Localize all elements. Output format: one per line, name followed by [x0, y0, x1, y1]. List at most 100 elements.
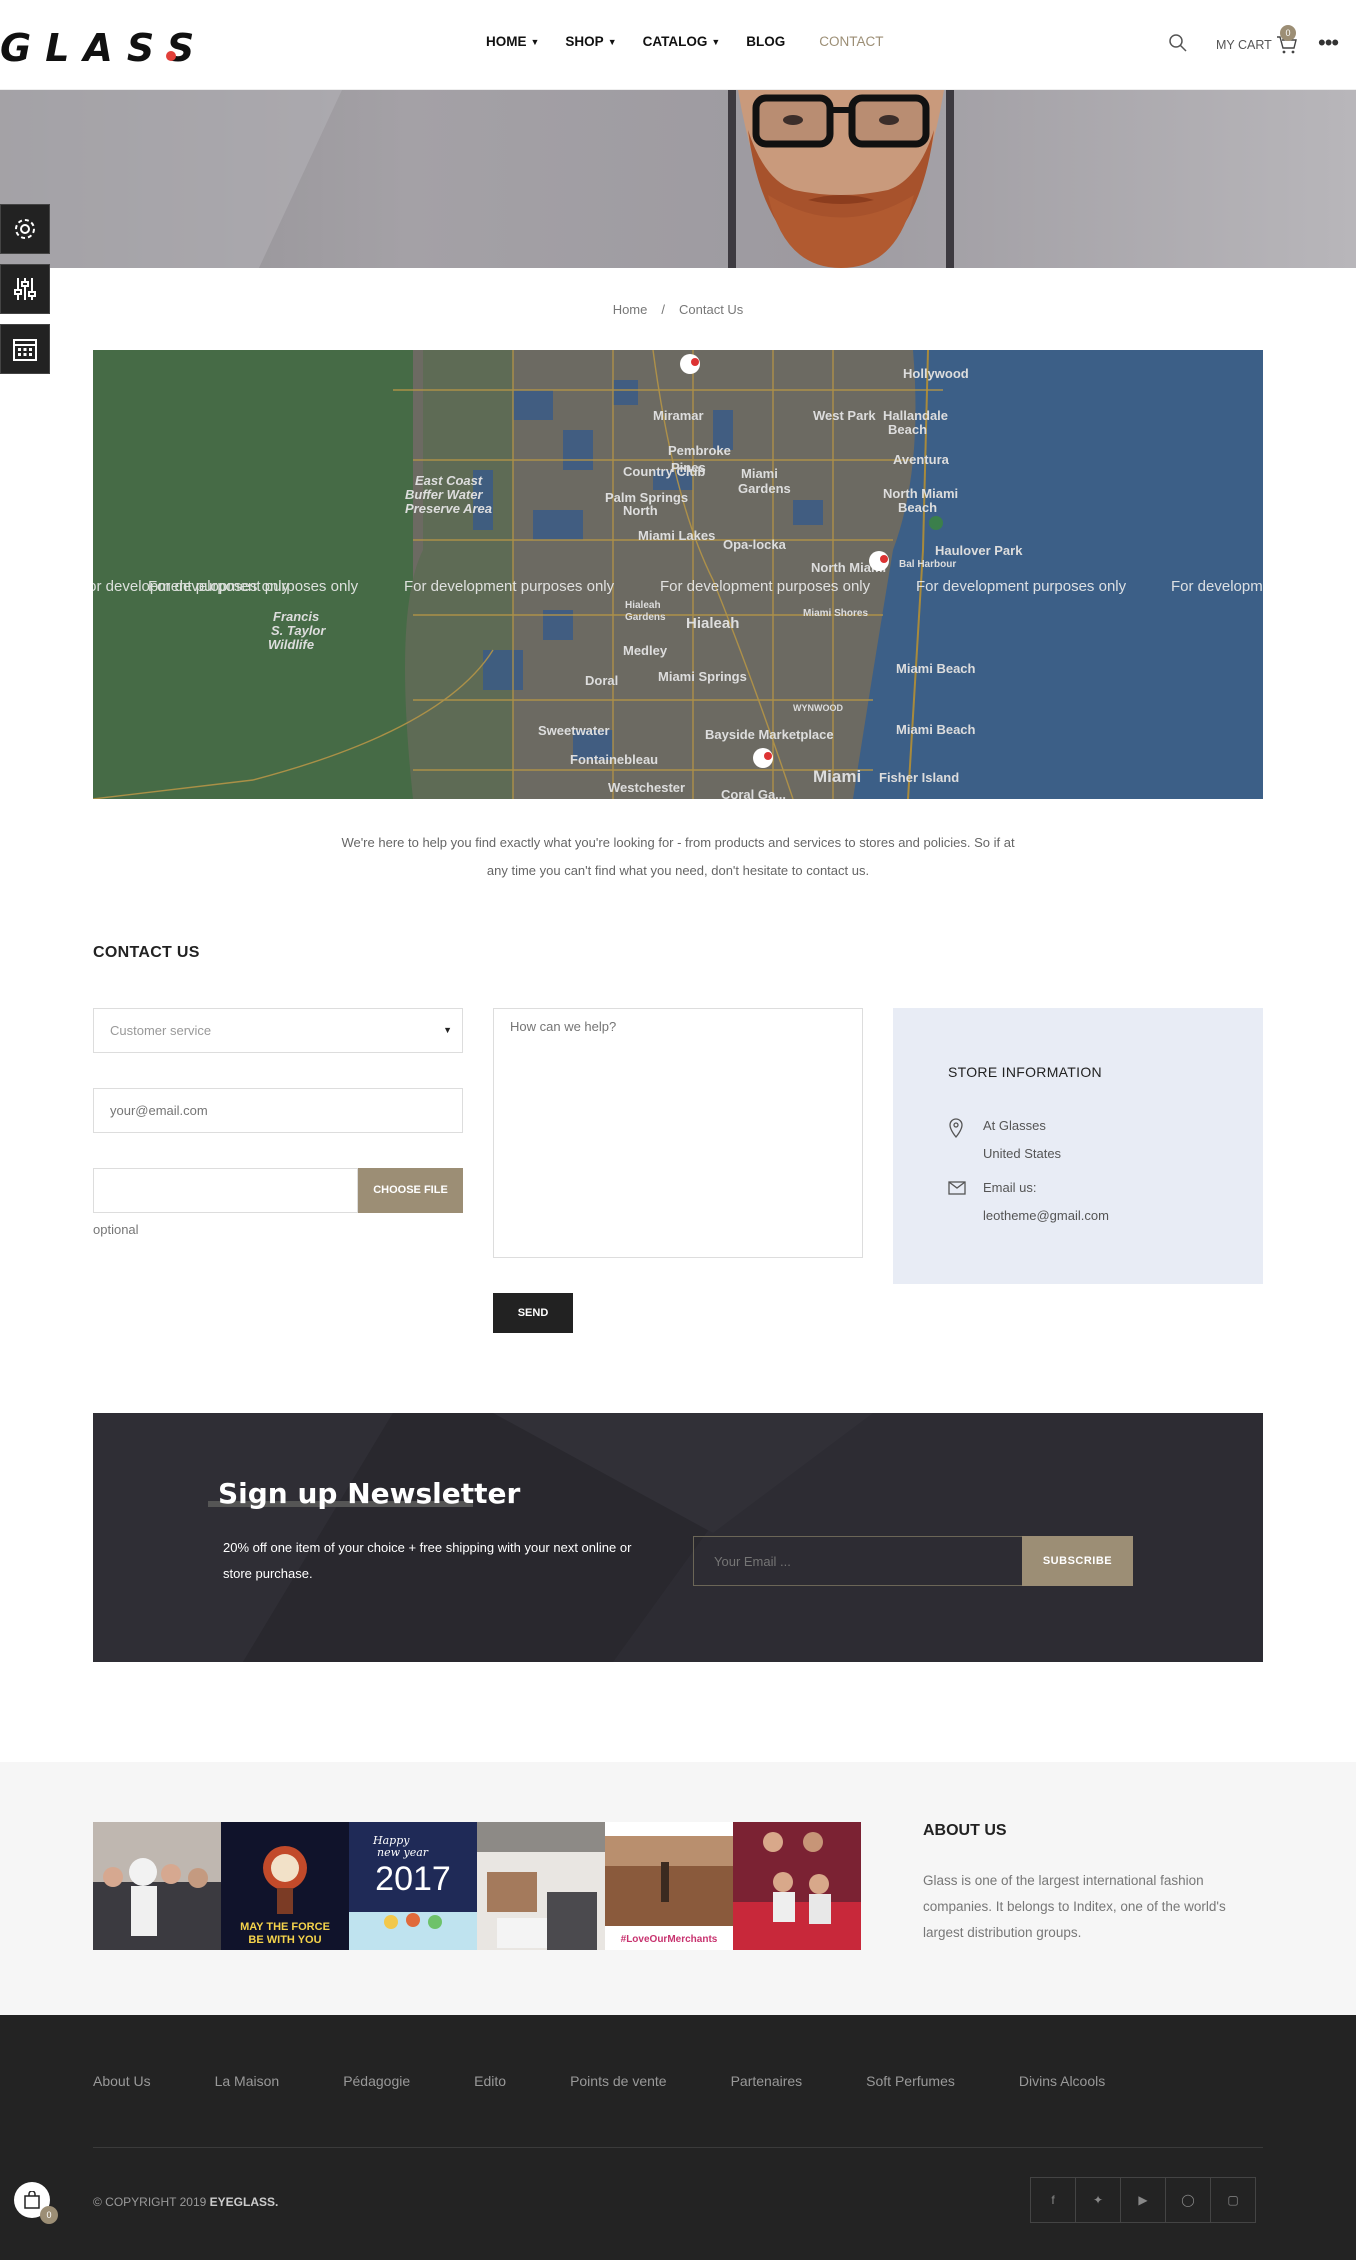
map-label-hialeah-gardens: Gardens [625, 612, 666, 623]
map-label-francis-taylor: Francis [273, 609, 319, 624]
map-label-hialeah: Hialeah [686, 615, 739, 632]
footer-link-points-de-vente[interactable]: Points de vente [570, 2073, 667, 2089]
map-label-medley: Medley [623, 643, 668, 658]
facebook-icon[interactable]: f [1030, 2177, 1076, 2223]
map-label-miami-beach: Miami Beach [896, 661, 976, 676]
subject-select[interactable]: Customer service ▼ [93, 1008, 463, 1053]
map-label-pembroke-pines: Pembroke [668, 443, 731, 458]
nav-shop[interactable]: SHOP ▼ [565, 34, 616, 49]
newsletter-email-input[interactable] [693, 1536, 1023, 1586]
footer-link-partenaires[interactable]: Partenaires [731, 2073, 803, 2089]
map-label-sweetwater: Sweetwater [538, 723, 610, 738]
footer-divider [93, 2147, 1263, 2148]
map-label-country-club: Country Club [623, 464, 705, 479]
map-label-palm-springs: North [623, 503, 658, 518]
instagram-photo[interactable] [93, 1822, 221, 1950]
gear-icon [15, 219, 35, 239]
footer-links: About Us La Maison Pédagogie Edito Point… [93, 2073, 1169, 2089]
hero-background-shape [0, 90, 361, 268]
footer-link-about-us[interactable]: About Us [93, 2073, 151, 2089]
twitter-icon[interactable]: ✦ [1075, 2177, 1121, 2223]
message-textarea[interactable] [493, 1008, 863, 1258]
breadcrumb: Home / Contact Us [0, 302, 1356, 317]
search-icon[interactable] [1168, 33, 1188, 53]
map-label-hialeah-gardens: Hialeah [625, 600, 661, 611]
store-address-line2: United States [983, 1146, 1062, 1161]
cart-count-badge: 0 [1280, 25, 1296, 41]
settings-button[interactable] [0, 204, 50, 254]
file-name-field[interactable] [93, 1168, 358, 1213]
instagram-photo[interactable]: Happy new year 2017 [349, 1822, 477, 1950]
caret-down-icon: ▼ [443, 1025, 452, 1035]
subscribe-button[interactable]: SUBSCRIBE [1022, 1536, 1133, 1586]
map-label-hollywood: Hollywood [903, 366, 969, 381]
map-watermark: For development purposes only [148, 578, 359, 595]
copyright-brand: EYEGLASS. [209, 2195, 279, 2209]
footer-link-pedagogie[interactable]: Pédagogie [343, 2073, 410, 2089]
hero-model-image [728, 90, 954, 268]
youtube-icon[interactable]: ▶ [1120, 2177, 1166, 2223]
map-marker[interactable] [680, 354, 700, 374]
svg-text:#LoveOurMerchants: #LoveOurMerchants [621, 1934, 718, 1945]
store-email-label: Email us: [983, 1180, 1037, 1195]
map-label-opa-locka: Opa-locka [723, 537, 787, 552]
map-label-westchester: Westchester [608, 780, 685, 795]
contact-intro-text: We're here to help you find exactly what… [341, 835, 1015, 878]
instagram-photo[interactable] [733, 1822, 861, 1950]
floating-cart-count: 0 [40, 2206, 58, 2224]
instagram-photo[interactable] [477, 1822, 605, 1950]
instagram-photo[interactable]: #LoveOurMerchants [605, 1822, 733, 1950]
envelope-icon [948, 1181, 966, 1195]
about-us-title: ABOUT US [923, 1822, 1007, 1839]
footer-link-edito[interactable]: Edito [474, 2073, 506, 2089]
more-icon[interactable]: ••• [1318, 32, 1339, 54]
map-marker[interactable] [753, 748, 773, 768]
map-watermark: For development purposes only [404, 578, 615, 595]
footer-link-la-maison[interactable]: La Maison [215, 2073, 280, 2089]
nav-catalog[interactable]: CATALOG ▼ [643, 34, 721, 49]
copyright: © COPYRIGHT 2019 EYEGLASS. [93, 2195, 279, 2209]
cart-label: MY CART [1216, 38, 1272, 52]
footer-link-soft-perfumes[interactable]: Soft Perfumes [866, 2073, 955, 2089]
file-optional-note: optional [93, 1222, 139, 1237]
pinterest-icon[interactable]: ◯ [1165, 2177, 1211, 2223]
social-links: f ✦ ▶ ◯ ▢ [1030, 2177, 1256, 2223]
map-label-north-miami-beach: North Miami [883, 486, 958, 501]
map-label-miami-springs: Miami Springs [658, 669, 747, 684]
map-label-bal-harbour: Bal Harbour [899, 559, 956, 570]
store-map[interactable]: Pembroke Pines Hollywood Miramar West Pa… [93, 350, 1263, 799]
svg-text:new year: new year [377, 1846, 429, 1859]
store-address-line1: At Glasses [983, 1118, 1046, 1133]
contact-title: CONTACT US [93, 944, 200, 961]
store-email-address[interactable]: leotheme@gmail.com [983, 1202, 1109, 1230]
instagram-gallery: MAY THE FORCE BE WITH YOU Happy new year 20… [93, 1822, 861, 1950]
sliders-icon [14, 278, 36, 300]
svg-text:2017: 2017 [375, 1860, 451, 1898]
nav-blog[interactable]: BLOG [746, 34, 785, 49]
newsletter-section: Sign up Newsletter 20% off one item of y… [93, 1413, 1263, 1662]
map-canvas: Pembroke Pines Hollywood Miramar West Pa… [93, 350, 1263, 799]
map-pin-icon [949, 1118, 963, 1138]
send-button[interactable]: SEND [493, 1293, 573, 1333]
map-label-aventura: Aventura [893, 452, 950, 467]
map-marker[interactable] [869, 551, 889, 571]
map-label-doral: Doral [585, 673, 618, 688]
map-label-hallandale: Hallandale [883, 408, 948, 423]
instagram-photo[interactable]: MAY THE FORCE BE WITH YOU [221, 1822, 349, 1950]
nav-contact[interactable]: CONTACT [811, 34, 892, 49]
nav-home[interactable]: HOME ▼ [486, 34, 539, 49]
map-label-miami-shores: Miami Shores [803, 608, 868, 619]
footer-link-divins-alcools[interactable]: Divins Alcools [1019, 2073, 1105, 2089]
site-logo[interactable]: GLASS [0, 26, 208, 70]
shopping-bag-icon [24, 2191, 40, 2209]
breadcrumb-current: Contact Us [679, 302, 744, 317]
breadcrumb-home[interactable]: Home [613, 302, 648, 317]
map-label-coral-gables: Coral Ga... [721, 787, 786, 799]
email-field[interactable] [93, 1088, 463, 1133]
choose-file-button[interactable]: CHOOSE FILE [358, 1168, 463, 1213]
site-header: GLASS HOME ▼ SHOP ▼ CATALOG ▼ BLOG CONTACT … [0, 0, 1356, 90]
map-label-east-coast: Buffer Water [405, 487, 483, 502]
store-info-title: STORE INFORMATION [948, 1064, 1102, 1080]
calendar-button[interactable] [0, 324, 50, 374]
instagram-icon[interactable]: ▢ [1210, 2177, 1256, 2223]
